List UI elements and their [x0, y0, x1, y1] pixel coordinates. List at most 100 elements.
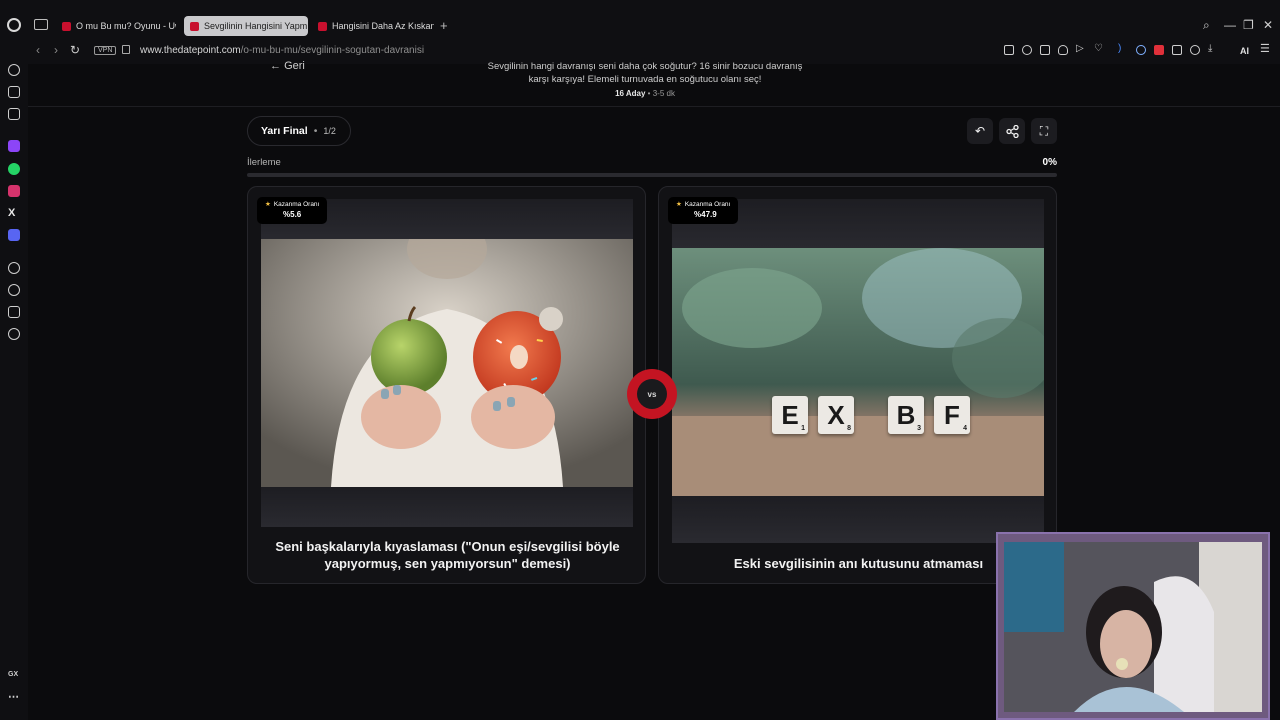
- letter-tile: B3: [888, 396, 924, 434]
- extensions-puzzle-icon[interactable]: [1172, 45, 1182, 55]
- undo-button[interactable]: ↶: [967, 118, 993, 144]
- close-window-button[interactable]: ✕: [1263, 18, 1273, 32]
- round-progress: 1/2: [323, 126, 336, 136]
- option-title: Eski sevgilisinin anı kutusunu atmaması: [733, 556, 984, 571]
- tab-o-mu-bu-mu[interactable]: O mu Bu mu? Oyunu - Uw: [56, 16, 176, 36]
- webcam-feed: [1004, 542, 1262, 712]
- search-tabs-icon[interactable]: ⌕: [1203, 18, 1210, 33]
- minimize-button[interactable]: —: [1224, 18, 1236, 32]
- duration: 3-5 dk: [652, 89, 675, 98]
- tab-favicon-icon: [190, 21, 199, 31]
- ex-bf-tiles-image: E1 X8 B3 F4: [672, 248, 1044, 496]
- letter-tile: F4: [934, 396, 970, 434]
- whatsapp-icon[interactable]: [8, 163, 20, 175]
- discord-icon[interactable]: [8, 229, 20, 241]
- share-icon: [1005, 124, 1019, 138]
- option-title: Seni başkalarıyla kıyaslaması ("Onun eşi…: [275, 539, 620, 571]
- url-domain: www.thedatepoint.com: [140, 45, 241, 56]
- extension-tp-icon[interactable]: [1154, 45, 1164, 55]
- restore-button[interactable]: ❐: [1243, 18, 1254, 32]
- letter-tile: X8: [818, 396, 854, 434]
- option-card-right[interactable]: E1 X8 B3 F4 ★ Kazanma Oranı %47.9 Eski sevgi…: [658, 186, 1057, 584]
- separator-dot: •: [313, 125, 318, 137]
- share-button[interactable]: [999, 118, 1025, 144]
- back-link[interactable]: ← Geri: [270, 60, 305, 72]
- extension-circle-icon[interactable]: [1136, 45, 1146, 55]
- win-rate-label: Kazanma Oranı: [684, 201, 731, 208]
- round-name: Yarı Final: [261, 125, 308, 137]
- reload-icon[interactable]: ↻: [70, 43, 80, 57]
- snapshot-icon[interactable]: [1040, 45, 1050, 55]
- play-icon[interactable]: ▷: [1076, 43, 1086, 54]
- more-options-icon[interactable]: ⋯: [8, 690, 19, 703]
- letter-tile: E1: [772, 396, 808, 434]
- vs-badge: vs: [627, 369, 677, 419]
- menu-icon[interactable]: ☰: [1260, 42, 1270, 55]
- win-rate-value: %47.9: [694, 210, 717, 219]
- reader-icon[interactable]: [1004, 45, 1014, 55]
- tab-switcher-icon[interactable]: [34, 19, 48, 30]
- image-bottom-shade: [261, 487, 633, 527]
- round-indicator: Yarı Final • 1/2: [247, 116, 351, 146]
- tab-favicon-icon: [62, 21, 71, 31]
- webcam-overlay: [996, 532, 1270, 720]
- header-divider: [28, 106, 1280, 107]
- tile-number: 4: [963, 425, 967, 432]
- back-nav-icon[interactable]: ‹: [36, 43, 40, 57]
- news-icon[interactable]: [8, 86, 20, 98]
- profile-icon[interactable]: [1190, 45, 1200, 55]
- aria-ai-button[interactable]: AI: [1240, 46, 1249, 56]
- pin-icon[interactable]: [1022, 45, 1032, 55]
- star-icon: ★: [676, 201, 682, 208]
- heart-icon[interactable]: ♡: [1094, 43, 1104, 54]
- page-meta: 16 Aday • 3-5 dk: [615, 89, 675, 98]
- tile-number: 8: [847, 425, 851, 432]
- history-icon[interactable]: [8, 284, 20, 296]
- candidates-count: 16 Aday: [615, 89, 646, 98]
- progress-label: İlerleme: [247, 157, 281, 168]
- star-icon: ★: [265, 201, 271, 208]
- tab-label: O mu Bu mu? Oyunu - Uw: [76, 21, 176, 31]
- letter-tiles: E1 X8 B3 F4: [772, 396, 982, 436]
- twitch-icon[interactable]: [8, 140, 20, 152]
- gx-label: GX: [8, 671, 19, 678]
- back-label: Geri: [284, 60, 305, 72]
- fullscreen-button[interactable]: ⛶: [1031, 118, 1057, 144]
- forward-nav-icon[interactable]: ›: [54, 43, 58, 57]
- image-bottom-shade: [672, 496, 1044, 543]
- win-rate-value: %5.6: [283, 210, 302, 219]
- tab-label: Sevgilinin Hangisini Yapm: [204, 21, 308, 31]
- speed-dial-icon[interactable]: [8, 64, 20, 76]
- progress-percent: 0%: [1042, 157, 1057, 168]
- shield-icon[interactable]: [1058, 45, 1068, 55]
- settings-gear-icon[interactable]: [8, 328, 20, 340]
- player-icon[interactable]: [8, 262, 20, 274]
- win-rate-label: Kazanma Oranı: [273, 201, 320, 208]
- tab-favicon-icon: [318, 21, 327, 31]
- tile-number: 3: [917, 425, 921, 432]
- option-card-left[interactable]: ★ Kazanma Oranı %5.6 Seni başkalarıyla kı…: [247, 186, 646, 584]
- progress-bar: [247, 173, 1057, 177]
- x-twitter-icon[interactable]: X: [8, 207, 20, 219]
- url-path: /o-mu-bu-mu/sevgilinin-sogutan-davranisi: [240, 45, 425, 56]
- lock-icon[interactable]: [122, 45, 130, 54]
- tab-hangisini-daha-az[interactable]: Hangisini Daha Az Kıskanı: [312, 16, 434, 36]
- download-icon[interactable]: ⤓: [1208, 43, 1218, 54]
- extension-wifi-icon[interactable]: ): [1118, 43, 1128, 54]
- messenger-icon[interactable]: [8, 108, 20, 120]
- url-field[interactable]: www.thedatepoint.com/o-mu-bu-mu/sevgilin…: [140, 45, 424, 56]
- tab-label: Hangisini Daha Az Kıskanı: [332, 21, 434, 31]
- tile-number: 1: [801, 425, 805, 432]
- vs-label: vs: [637, 379, 667, 409]
- instagram-icon[interactable]: [8, 185, 20, 197]
- page-intro: Sevgilinin hangi davranışı seni daha çok…: [487, 61, 803, 85]
- win-rate-badge: ★ Kazanma Oranı %5.6: [257, 197, 328, 224]
- apple-donut-image: [261, 239, 633, 487]
- opera-logo-icon[interactable]: [7, 18, 21, 32]
- tab-sevgilinin-hangisini[interactable]: Sevgilinin Hangisini Yapm: [184, 16, 308, 36]
- vpn-badge[interactable]: VPN: [94, 46, 117, 55]
- win-rate-badge: ★ Kazanma Oranı %47.9: [668, 197, 739, 224]
- new-tab-button[interactable]: +: [440, 18, 448, 33]
- sidebar: X GX ⋯: [0, 38, 28, 720]
- extensions-icon[interactable]: [8, 306, 20, 318]
